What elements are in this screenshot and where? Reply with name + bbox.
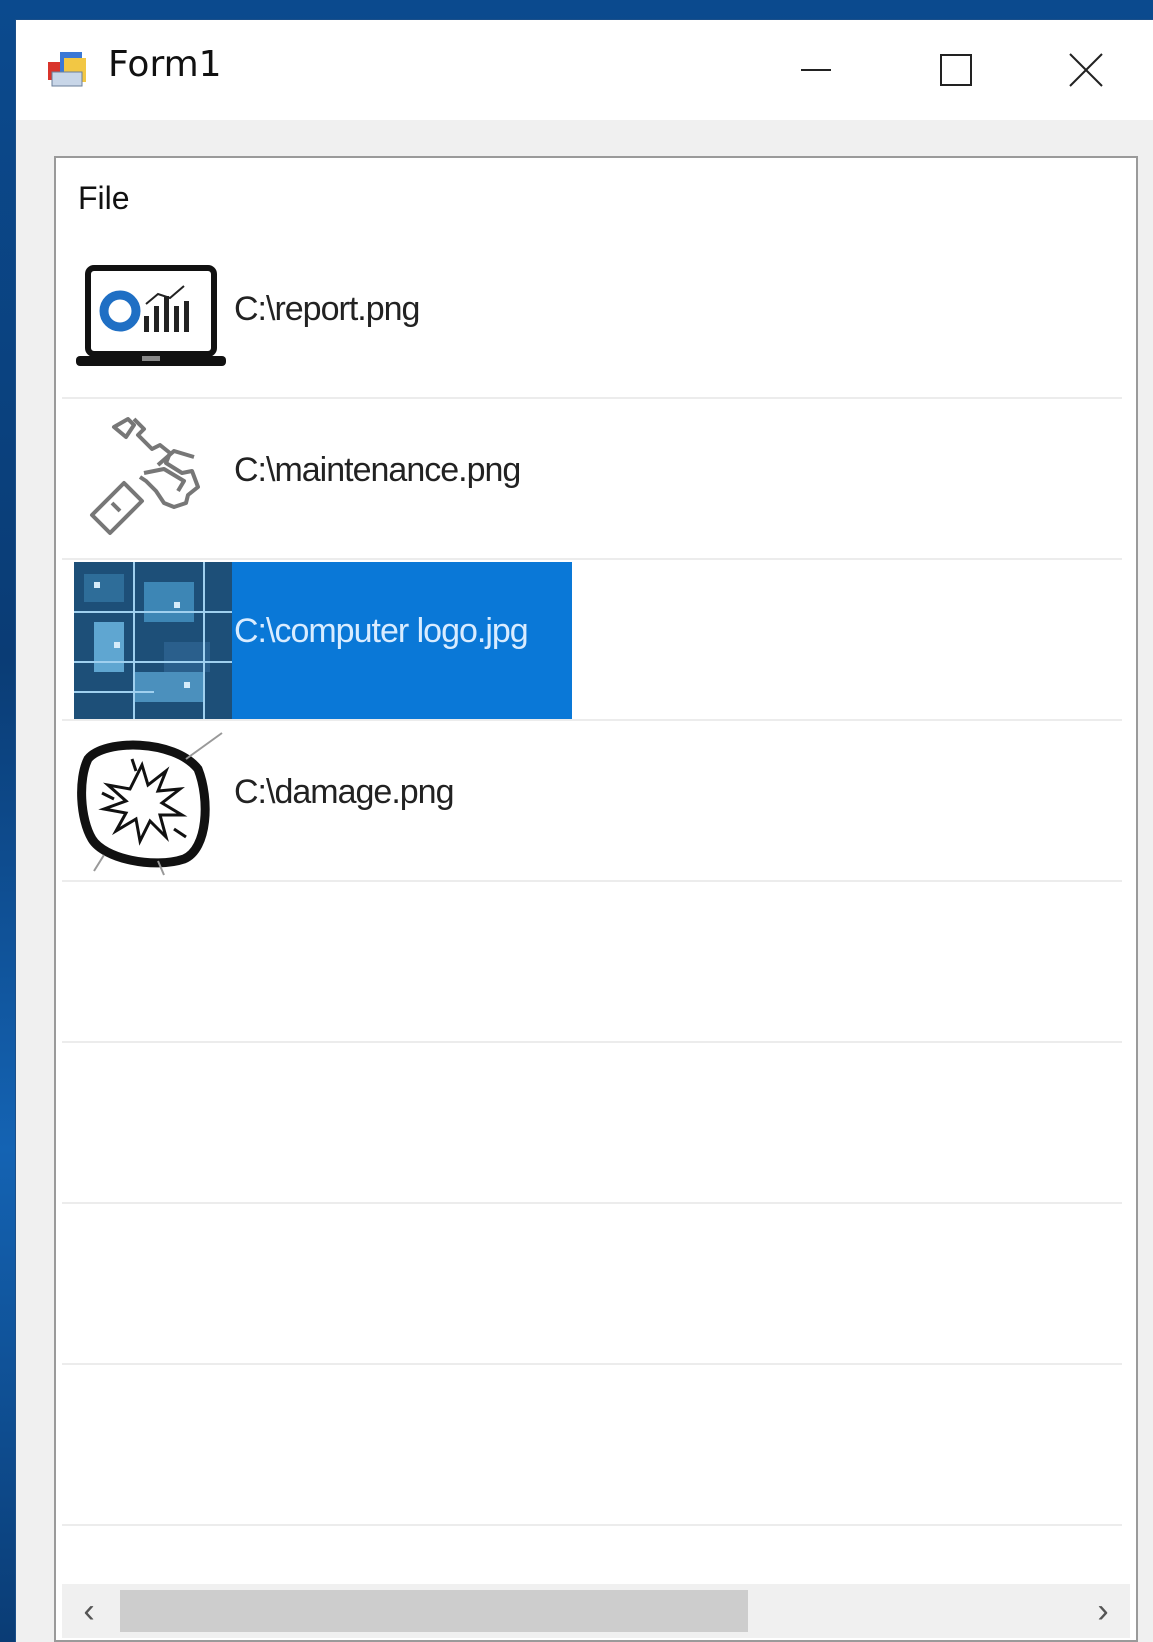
scroll-right-button[interactable]: › [1080,1590,1126,1632]
laptop-chart-icon [76,265,226,366]
list-item[interactable]: C:\report.png [62,238,1122,399]
file-list-view[interactable]: File C:\report.png C:\maintenance.png C:… [54,156,1138,1642]
minimize-icon [801,69,831,71]
close-button[interactable] [1016,20,1153,120]
broken-tv-icon [77,732,223,876]
form-window: Form1 File C:\report.png C:\maintenance.… [16,20,1153,1642]
column-header-file[interactable]: File [56,158,1136,238]
list-item-label: C:\damage.png [234,773,454,811]
list-item-empty[interactable] [62,1204,1122,1365]
column-header-label: File [78,180,130,216]
horizontal-scrollbar[interactable]: ‹ › [62,1584,1130,1638]
list-item-label: C:\report.png [234,290,420,328]
scrollbar-thumb[interactable] [120,1590,748,1632]
list-item-empty[interactable] [62,1043,1122,1204]
list-item-label: C:\maintenance.png [234,451,521,489]
minimize-button[interactable] [746,20,886,120]
wrench-hand-icon [90,417,200,535]
close-icon [1069,53,1103,87]
list-item[interactable]: C:\damage.png [62,721,1122,882]
list-item-label: C:\computer logo.jpg [234,612,529,650]
title-bar[interactable]: Form1 [16,20,1153,120]
window-title: Form1 [108,44,222,85]
maximize-button[interactable] [886,20,1026,120]
app-icon [48,52,86,87]
scroll-left-button[interactable]: ‹ [66,1590,112,1632]
circuit-board-thumbnail [74,562,232,719]
chevron-right-icon: › [1097,1591,1109,1630]
list-item-empty[interactable] [62,882,1122,1043]
chevron-left-icon: ‹ [83,1591,95,1630]
list-item[interactable]: C:\computer logo.jpg [62,560,1122,721]
maximize-icon [940,54,972,86]
list-item[interactable]: C:\maintenance.png [62,399,1122,560]
list-item-empty[interactable] [62,1365,1122,1526]
